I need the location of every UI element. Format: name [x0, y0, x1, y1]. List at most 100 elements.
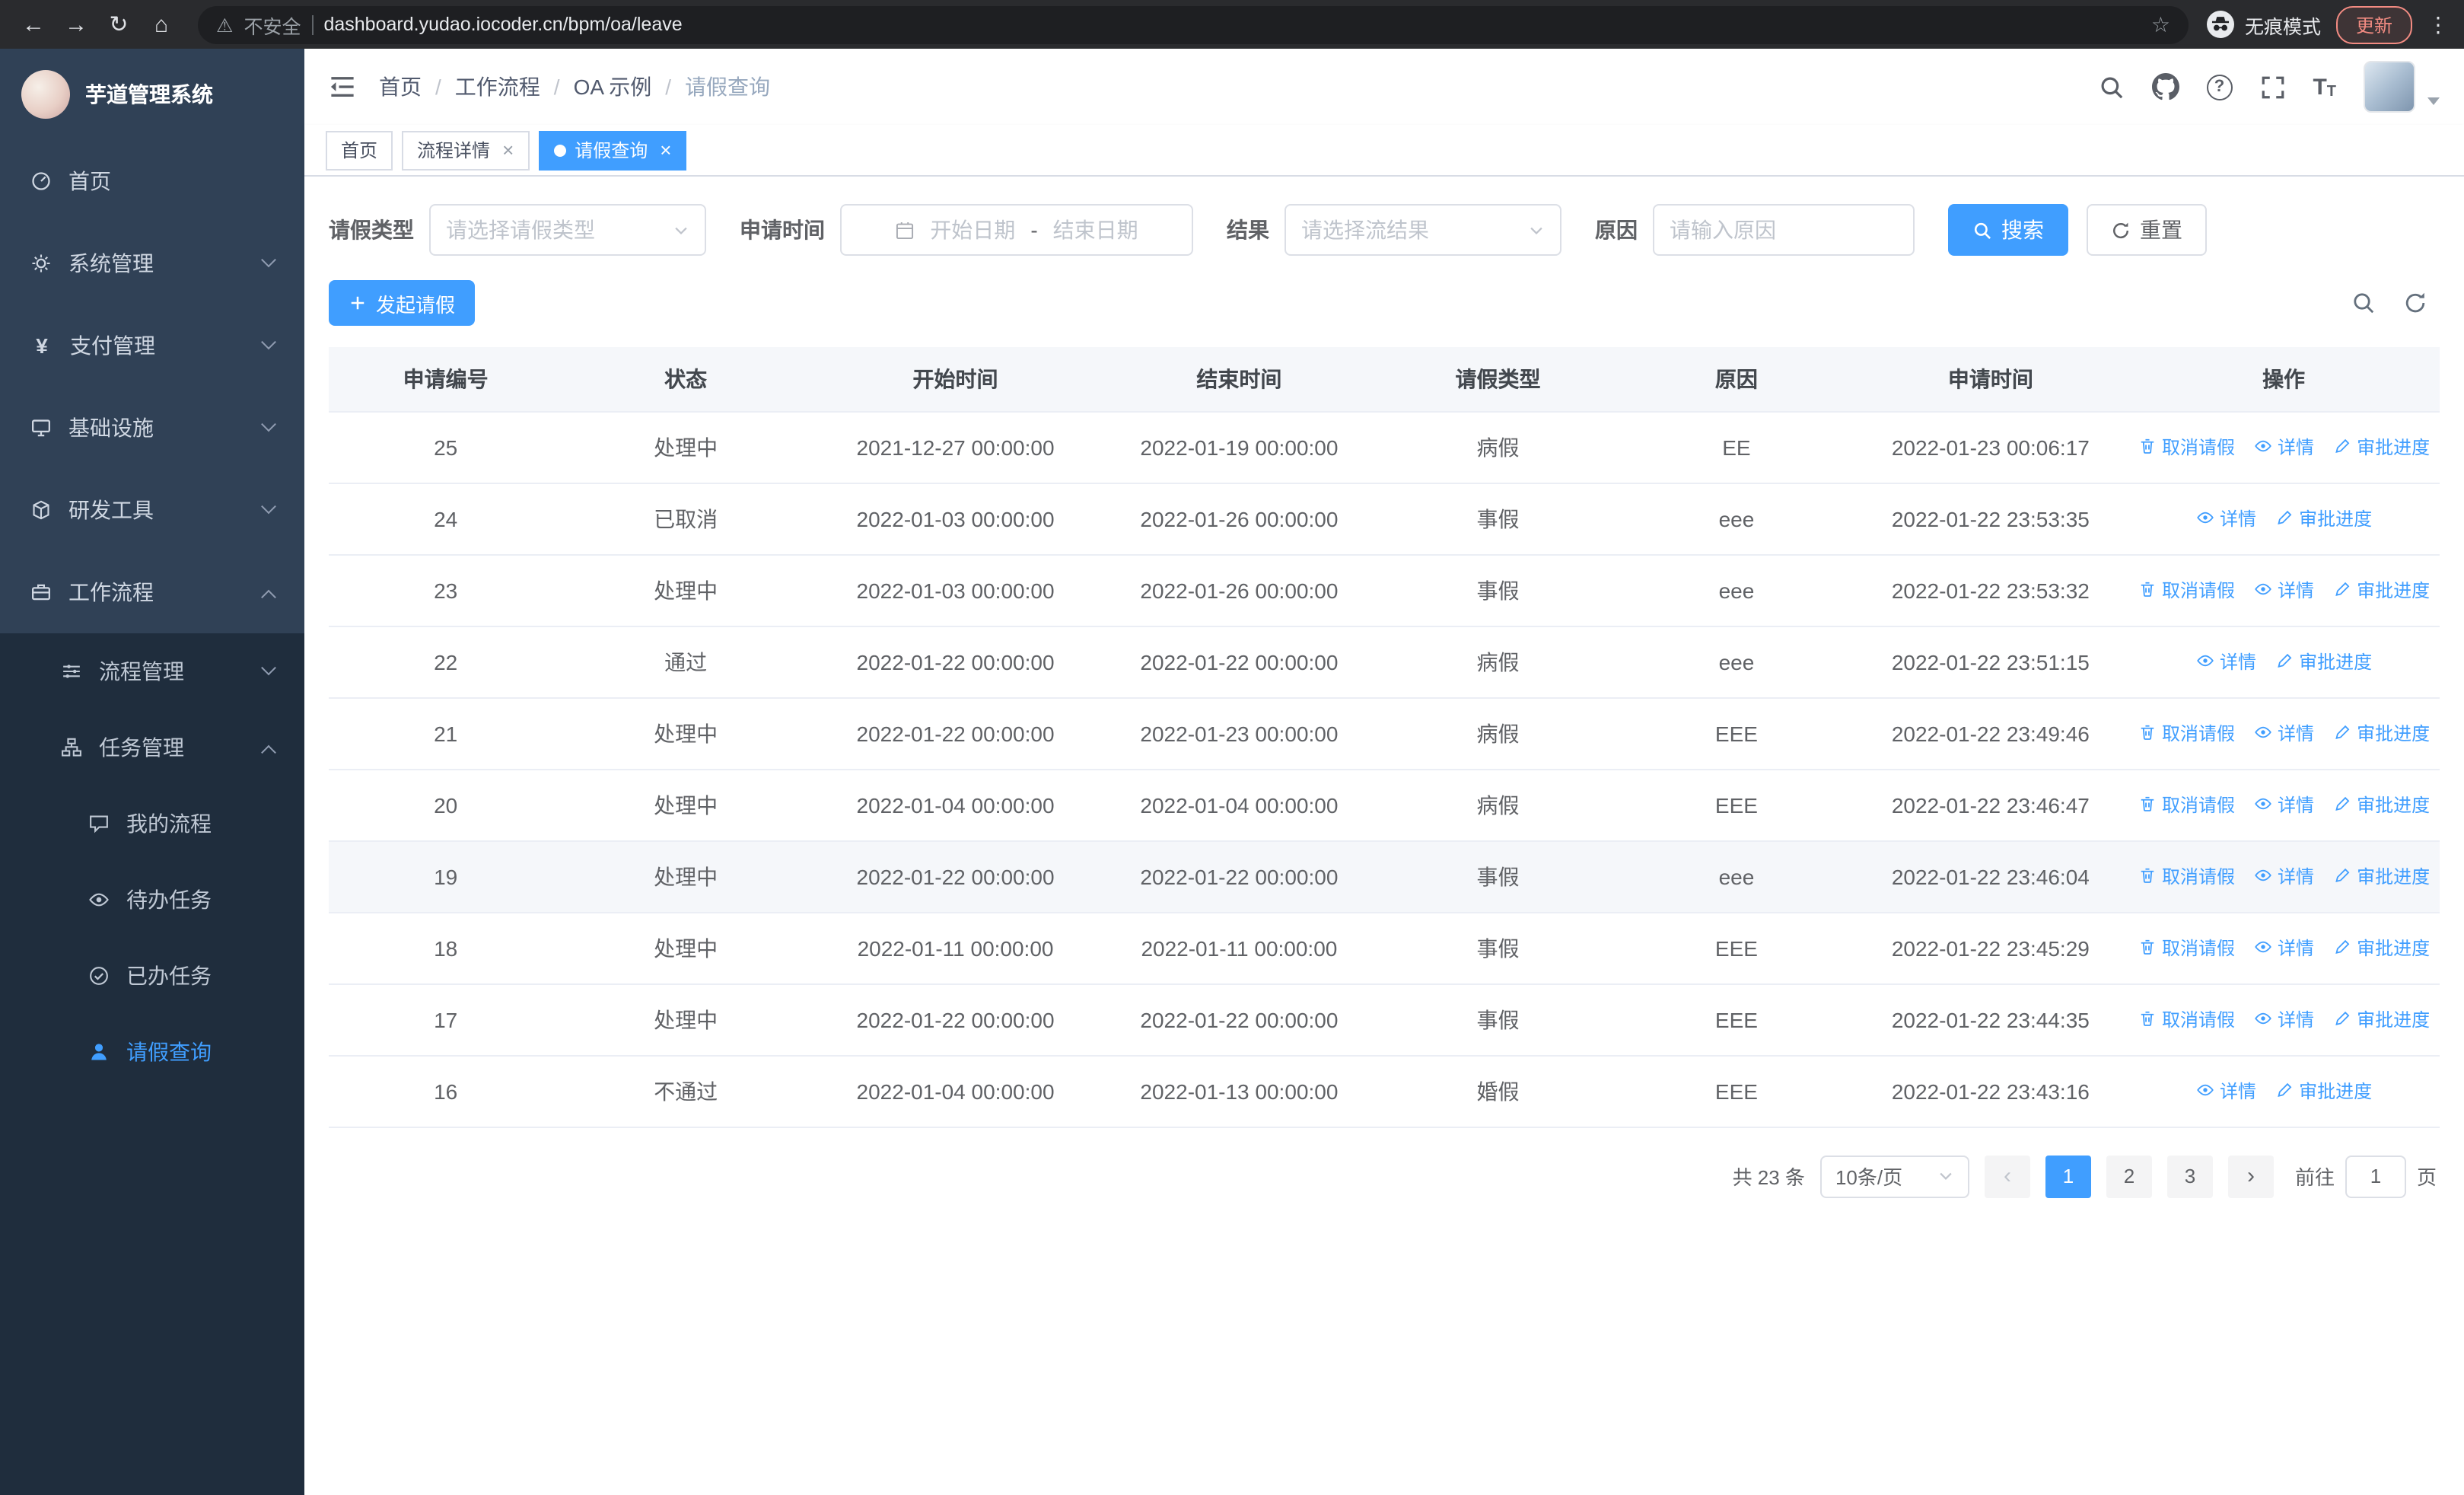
- sidebar-item-done-tasks[interactable]: 已办任务: [0, 938, 304, 1014]
- action-progress-link[interactable]: 审批进度: [2332, 434, 2430, 460]
- page-size-select[interactable]: 10条/页: [1819, 1155, 1969, 1197]
- sidebar-item-home[interactable]: 首页: [0, 140, 304, 222]
- action-progress-link[interactable]: 审批进度: [2275, 505, 2372, 531]
- jump-page-input[interactable]: [2345, 1155, 2406, 1197]
- create-leave-button[interactable]: 发起请假: [329, 280, 476, 326]
- leave-type-select[interactable]: 请选择请假类型: [429, 204, 706, 256]
- chevron-down-icon: [261, 416, 276, 432]
- action-cancel-link[interactable]: 取消请假: [2138, 863, 2235, 889]
- sidebar-item-leave-query[interactable]: 请假查询: [0, 1014, 304, 1090]
- page-button-2[interactable]: 2: [2106, 1155, 2152, 1197]
- action-progress-link[interactable]: 审批进度: [2332, 1006, 2430, 1032]
- cell-status: 处理中: [562, 840, 809, 913]
- prev-page-button[interactable]: ‹: [1984, 1155, 2030, 1197]
- action-detail-link[interactable]: 详情: [2195, 1078, 2256, 1104]
- back-icon[interactable]: ←: [15, 6, 52, 43]
- tab-process-detail[interactable]: 流程详情 ×: [402, 130, 530, 170]
- page-button-1[interactable]: 1: [2045, 1155, 2091, 1197]
- action-detail-link[interactable]: 详情: [2253, 1006, 2314, 1032]
- action-detail-link[interactable]: 详情: [2253, 863, 2314, 889]
- action-detail-link[interactable]: 详情: [2195, 505, 2256, 531]
- action-progress-link[interactable]: 审批进度: [2275, 649, 2372, 674]
- cell-applied: 2022-01-22 23:43:16: [1853, 1055, 2128, 1127]
- update-button[interactable]: 更新: [2335, 5, 2412, 43]
- search-button[interactable]: 搜索: [1948, 204, 2068, 256]
- bookmark-star-icon[interactable]: ☆: [2151, 11, 2170, 37]
- sidebar-item-system[interactable]: 系统管理: [0, 222, 304, 304]
- action-progress-link[interactable]: 审批进度: [2332, 792, 2430, 818]
- sidebar-item-label: 已办任务: [126, 964, 212, 988]
- chevron-down-icon: [261, 659, 276, 675]
- action-cancel-link[interactable]: 取消请假: [2138, 720, 2235, 746]
- font-size-icon[interactable]: TT: [2313, 74, 2336, 100]
- logo-avatar: [21, 70, 70, 119]
- security-warning-icon[interactable]: ⚠: [216, 13, 233, 36]
- action-detail-link[interactable]: 详情: [2253, 434, 2314, 460]
- next-page-button[interactable]: ›: [2227, 1155, 2274, 1197]
- page-button-3[interactable]: 3: [2166, 1155, 2213, 1197]
- action-detail-link[interactable]: 详情: [2253, 792, 2314, 818]
- help-icon[interactable]: ?: [2206, 74, 2233, 100]
- cell-applied: 2022-01-22 23:53:35: [1853, 483, 2128, 555]
- forward-icon[interactable]: →: [58, 6, 94, 43]
- sidebar-item-infrastructure[interactable]: 基础设施: [0, 387, 304, 469]
- address-bar[interactable]: ⚠ 不安全 dashboard.yudao.iocoder.cn/bpm/oa/…: [198, 5, 2189, 43]
- sidebar-item-payment[interactable]: ¥ 支付管理: [0, 304, 304, 387]
- action-cancel-link[interactable]: 取消请假: [2138, 434, 2235, 460]
- sidebar-item-workflow[interactable]: 工作流程: [0, 551, 304, 633]
- fullscreen-icon[interactable]: [2259, 74, 2285, 100]
- apply-time-range-picker[interactable]: 开始日期 - 结束日期: [840, 204, 1193, 256]
- tab-leave-query[interactable]: 请假查询 ×: [538, 130, 687, 170]
- url-text[interactable]: dashboard.yudao.iocoder.cn/bpm/oa/leave: [323, 14, 682, 35]
- action-cancel-link[interactable]: 取消请假: [2138, 935, 2235, 961]
- table-search-icon[interactable]: [2351, 291, 2376, 315]
- security-label[interactable]: 不安全: [244, 10, 301, 39]
- cell-type: 病假: [1376, 697, 1620, 770]
- result-select[interactable]: 请选择流结果: [1285, 204, 1561, 256]
- action-detail-link[interactable]: 详情: [2253, 935, 2314, 961]
- cell-reason: EEE: [1619, 912, 1854, 984]
- github-icon[interactable]: [2151, 73, 2179, 100]
- edit-icon: [2277, 1083, 2291, 1098]
- tab-home[interactable]: 首页: [326, 130, 393, 170]
- menu-kebab-icon[interactable]: ⋮: [2427, 11, 2449, 37]
- action-progress-link[interactable]: 审批进度: [2332, 935, 2430, 961]
- cell-start: 2022-01-03 00:00:00: [808, 554, 1103, 626]
- reset-button[interactable]: 重置: [2087, 204, 2207, 256]
- sidebar-item-my-process[interactable]: 我的流程: [0, 786, 304, 862]
- cell-applied: 2022-01-22 23:46:04: [1853, 840, 2128, 913]
- cell-end: 2022-01-19 00:00:00: [1102, 411, 1377, 483]
- table-refresh-icon[interactable]: [2403, 291, 2427, 315]
- app-logo[interactable]: 芋道管理系统: [0, 49, 304, 140]
- sidebar-item-devtools[interactable]: 研发工具: [0, 469, 304, 551]
- action-progress-link[interactable]: 审批进度: [2332, 720, 2430, 746]
- close-icon[interactable]: ×: [660, 140, 671, 160]
- action-detail-link[interactable]: 详情: [2253, 577, 2314, 603]
- cell-id: 25: [329, 411, 563, 483]
- reload-icon[interactable]: ↻: [100, 6, 137, 43]
- action-progress-link[interactable]: 审批进度: [2332, 863, 2430, 889]
- search-icon[interactable]: [2098, 74, 2124, 100]
- user-avatar[interactable]: [2364, 61, 2415, 113]
- cell-reason: EEE: [1619, 1055, 1854, 1127]
- chevron-down-icon: [1530, 226, 1542, 234]
- action-cancel-link[interactable]: 取消请假: [2138, 792, 2235, 818]
- action-progress-link[interactable]: 审批进度: [2332, 577, 2430, 603]
- action-cancel-link[interactable]: 取消请假: [2138, 1006, 2235, 1032]
- action-progress-link[interactable]: 审批进度: [2275, 1078, 2372, 1104]
- action-detail-link[interactable]: 详情: [2253, 720, 2314, 746]
- collapse-sidebar-icon[interactable]: [329, 73, 356, 100]
- sidebar-item-process-mgmt[interactable]: 流程管理: [0, 633, 304, 709]
- action-cancel-link[interactable]: 取消请假: [2138, 577, 2235, 603]
- action-detail-link[interactable]: 详情: [2195, 649, 2256, 674]
- person-icon: [91, 1044, 107, 1060]
- sidebar-item-task-mgmt[interactable]: 任务管理: [0, 709, 304, 786]
- breadcrumb-item[interactable]: OA 示例: [574, 72, 652, 102]
- reason-input[interactable]: [1653, 204, 1915, 256]
- sidebar-item-todo-tasks[interactable]: 待办任务: [0, 862, 304, 938]
- breadcrumb-item[interactable]: 首页: [379, 72, 422, 102]
- col-header-status: 状态: [562, 347, 809, 412]
- home-icon[interactable]: ⌂: [143, 6, 180, 43]
- close-icon[interactable]: ×: [502, 140, 514, 160]
- breadcrumb-item[interactable]: 工作流程: [455, 72, 540, 102]
